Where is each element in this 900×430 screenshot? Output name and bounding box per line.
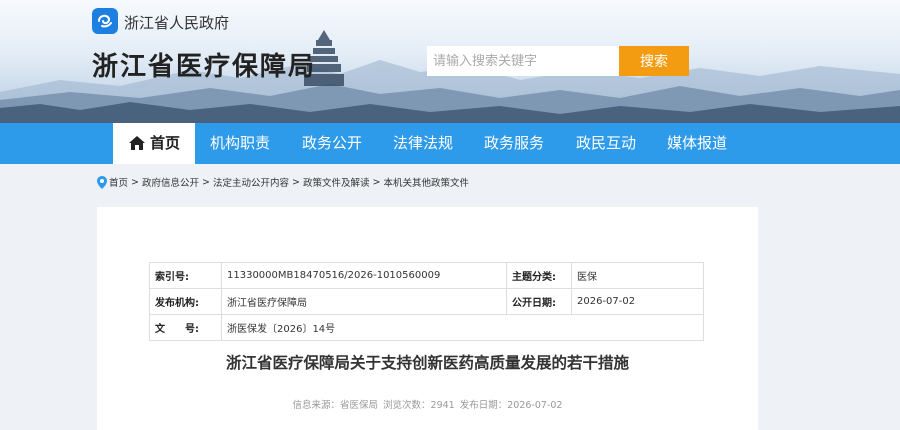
publisher-value: 浙江省医疗保障局	[221, 288, 507, 315]
document-info: 信息来源：省医保局 浏览次数：2941 发布日期：2026-07-02	[97, 397, 758, 411]
nav-item-label: 首页	[149, 134, 180, 152]
table-row: 索引号: 11330000MB18470516/2026-1010560009 …	[149, 262, 704, 289]
breadcrumb: 首页 > 政府信息公开 > 法定主动公开内容 > 政策文件及解读 > 本机关其他政策文件	[97, 175, 469, 189]
gov-name-link[interactable]: 浙江省人民政府	[124, 12, 229, 33]
table-row: 发布机构: 浙江省医疗保障局 公开日期: 2026-07-02	[149, 288, 704, 315]
document-title: 浙江省医疗保障局关于支持创新医药高质量发展的若干措施	[225, 354, 629, 372]
site-header: 浙江省人民政府 浙江省医疗保障局 搜索	[0, 0, 900, 123]
nav-item-media[interactable]: 媒体报道	[652, 123, 742, 164]
doc-no-value: 浙医保发〔2026〕14号	[221, 314, 704, 341]
publisher-label: 发布机构:	[149, 288, 222, 315]
index-no-value: 11330000MB18470516/2026-1010560009	[221, 262, 507, 289]
breadcrumb-home[interactable]: 首页	[109, 175, 128, 189]
topic-value: 医保	[571, 262, 704, 289]
nav-item-org[interactable]: 机构职责	[195, 123, 285, 164]
search-input[interactable]	[427, 46, 619, 76]
content-card: 索引号: 11330000MB18470516/2026-1010560009 …	[97, 207, 758, 430]
breadcrumb-statutory[interactable]: 法定主动公开内容	[213, 175, 289, 189]
date-label: 公开日期:	[506, 288, 572, 315]
doc-no-label: 文 号:	[149, 314, 222, 341]
location-pin-icon	[97, 175, 107, 189]
nav-item-home[interactable]: 首页	[113, 123, 195, 164]
nav-item-services[interactable]: 政务服务	[469, 123, 559, 164]
index-no-label: 索引号:	[149, 262, 222, 289]
table-row: 文 号: 浙医保发〔2026〕14号	[149, 314, 704, 341]
gov-logo-icon[interactable]	[92, 8, 118, 34]
document-meta-table: 索引号: 11330000MB18470516/2026-1010560009 …	[149, 262, 704, 341]
breadcrumb-policy[interactable]: 政策文件及解读	[303, 175, 370, 189]
nav-item-interaction[interactable]: 政民互动	[561, 123, 651, 164]
breadcrumb-current[interactable]: 本机关其他政策文件	[383, 175, 469, 189]
nav-item-laws[interactable]: 法律法规	[378, 123, 468, 164]
breadcrumb-info-public[interactable]: 政府信息公开	[142, 175, 199, 189]
breadcrumb-separator: >	[131, 176, 139, 188]
topic-label: 主题分类:	[506, 262, 572, 289]
main-nav: 首页 机构职责 政务公开 法律法规 政务服务 政民互动 媒体报道	[0, 123, 900, 164]
breadcrumb-separator: >	[372, 176, 381, 188]
breadcrumb-separator: >	[291, 176, 300, 188]
info-views: 浏览次数：2941	[383, 400, 455, 411]
breadcrumb-separator: >	[202, 176, 210, 188]
info-source: 信息来源：省医保局	[292, 400, 379, 411]
date-value: 2026-07-02	[571, 288, 704, 315]
info-publish-date: 发布日期：2026-07-02	[459, 400, 563, 411]
site-title: 浙江省医疗保障局	[92, 52, 317, 82]
nav-item-gov-affairs[interactable]: 政务公开	[287, 123, 377, 164]
search-button[interactable]: 搜索	[619, 46, 689, 76]
home-icon	[128, 136, 145, 150]
